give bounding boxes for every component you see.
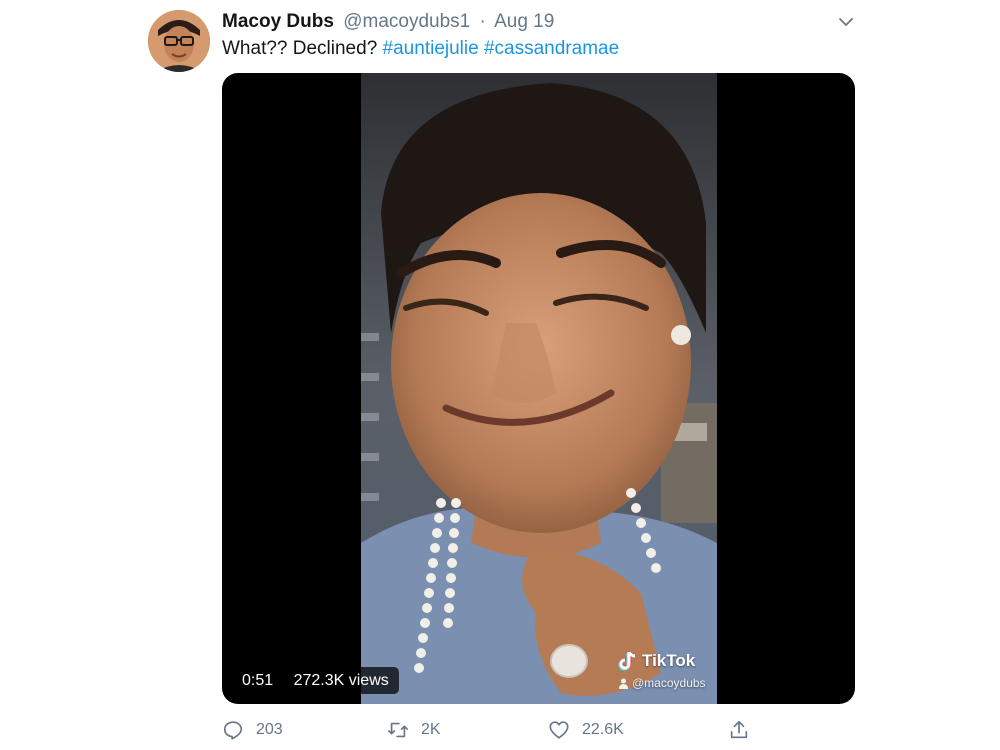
- tiktok-user: @macoydubs: [618, 676, 706, 690]
- like-count: 22.6K: [582, 721, 624, 738]
- author-handle[interactable]: @macoydubs1: [343, 11, 470, 32]
- tweet-text: What?? Declined? #auntiejulie #cassandra…: [222, 37, 619, 61]
- video-frame: [361, 73, 717, 704]
- video-player[interactable]: TikTok @macoydubs: [222, 73, 855, 704]
- share-icon: [730, 720, 748, 739]
- reply-button[interactable]: 203: [222, 716, 283, 744]
- video-duration: 0:51: [242, 672, 274, 689]
- avatar-image: [148, 10, 210, 72]
- author-name[interactable]: Macoy Dubs: [222, 11, 334, 32]
- tweet-header: Macoy Dubs @macoydubs1 · Aug 19: [222, 10, 554, 34]
- share-button[interactable]: [728, 716, 750, 744]
- chevron-down-icon[interactable]: [836, 12, 856, 32]
- user-icon: [619, 678, 628, 689]
- tiktok-note-icon: [618, 651, 636, 671]
- avatar[interactable]: [148, 10, 210, 72]
- heart-icon: [549, 721, 569, 739]
- video-thumbnail: [361, 73, 717, 704]
- tiktok-username: @macoydubs: [632, 676, 706, 690]
- tweet-actions: 203 2K 22.6K: [222, 716, 855, 744]
- retweet-button[interactable]: 2K: [387, 716, 441, 744]
- tweet-date[interactable]: Aug 19: [494, 11, 554, 32]
- retweet-icon: [388, 722, 408, 738]
- reply-count: 203: [256, 721, 283, 738]
- tiktok-logo: TikTok: [618, 650, 695, 672]
- like-button[interactable]: 22.6K: [548, 716, 624, 744]
- hashtag-auntiejulie[interactable]: #auntiejulie: [383, 38, 479, 59]
- tweet-text-plain: What?? Declined?: [222, 38, 378, 59]
- tiktok-watermark: TikTok @macoydubs: [618, 650, 718, 694]
- tweet: Macoy Dubs @macoydubs1 · Aug 19 What?? D…: [0, 0, 1000, 750]
- reply-icon: [223, 721, 243, 740]
- tiktok-brand: TikTok: [642, 651, 696, 670]
- hashtag-cassandramae[interactable]: #cassandramae: [484, 38, 619, 59]
- header-separator: ·: [479, 11, 486, 32]
- retweet-count: 2K: [421, 721, 441, 738]
- video-stats-overlay: 0:51 272.3K views: [232, 667, 399, 694]
- video-views: 272.3K views: [293, 672, 389, 689]
